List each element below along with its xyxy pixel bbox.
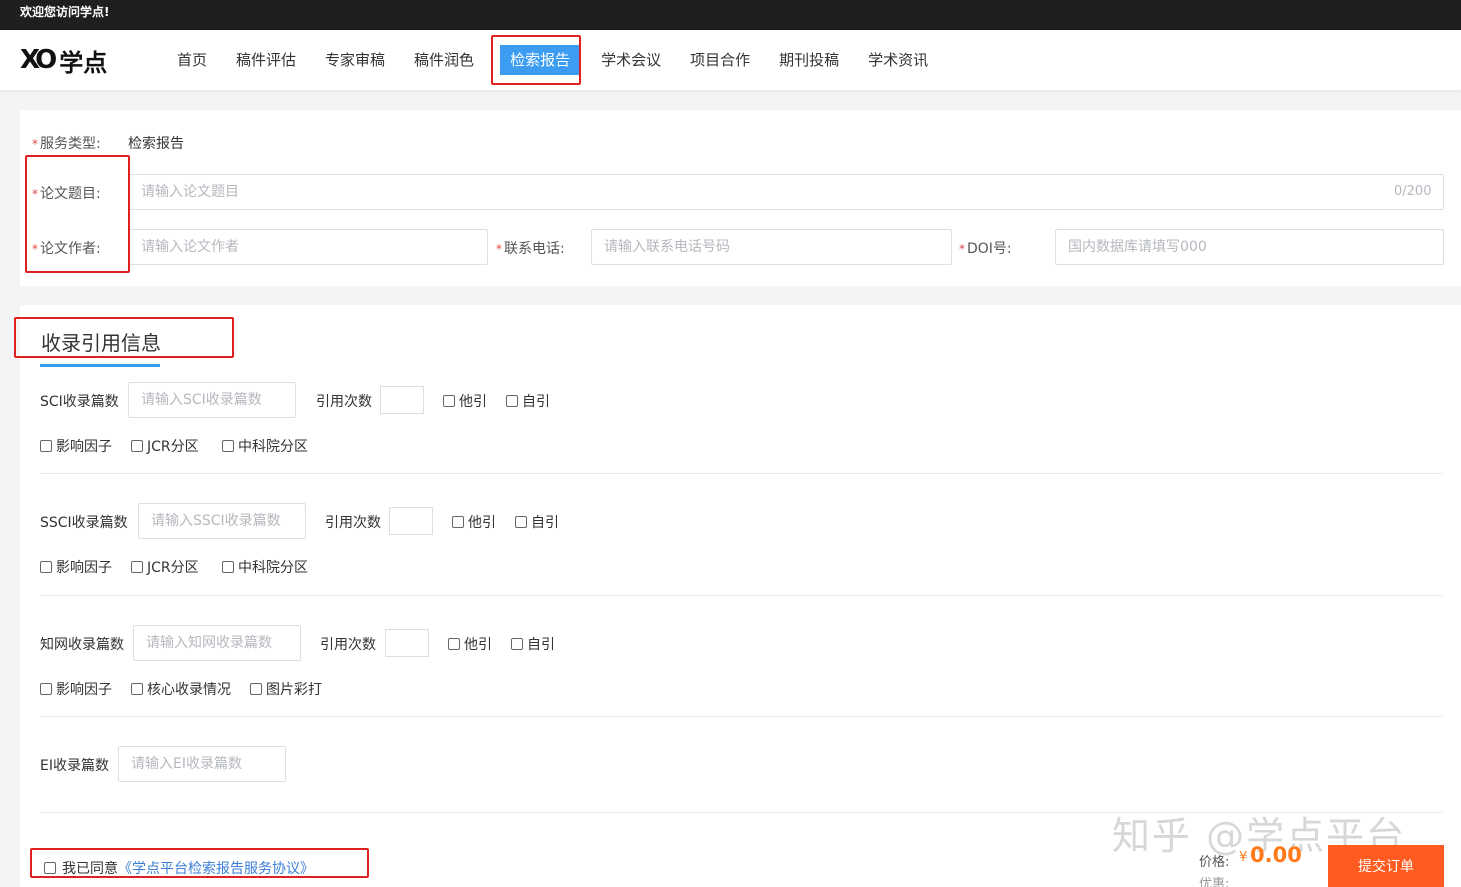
nav-academic-news[interactable]: 学术资讯 [861,45,935,75]
cnki-cite-count-label: 引用次数 [320,637,376,653]
nav-project-cooperation[interactable]: 项目合作 [683,45,757,75]
divider [40,716,1443,717]
agreement-link[interactable]: 《学点平台检索报告服务协议》 [118,858,314,878]
submit-order-button[interactable]: 提交订单 [1328,845,1444,887]
sci-count-input[interactable] [128,382,296,418]
sci-self-cite-checkbox[interactable]: 自引 [506,391,550,411]
agree-text: 我已同意 [62,861,118,877]
paper-author-input[interactable] [128,229,488,265]
cnki-other-cite-checkbox[interactable]: 他引 [448,634,492,654]
discount-label: 优惠: [1199,877,1230,887]
welcome-bar: 欢迎您访问学点! [0,0,1461,30]
site-header: XO 学点 首页 稿件评估 专家审稿 稿件润色 检索报告 学术会议 项目合作 期… [0,30,1461,90]
price-label: 价格: [1199,855,1230,870]
service-type-value: 检索报告 [128,136,184,152]
doi-label: * DOI号: [959,241,1012,257]
doi-input[interactable] [1055,229,1444,265]
logo-text: 学点 [59,47,108,77]
ssci-cite-count-label: 引用次数 [325,515,381,531]
cnki-core-status-checkbox[interactable]: 核心收录情况 [131,679,231,699]
ssci-count-input[interactable] [138,503,306,539]
cnki-count-input[interactable] [133,625,301,661]
ssci-cas-checkbox[interactable]: 中科院分区 [222,557,308,577]
paper-author-label: * 论文作者: [32,241,101,257]
nav-expert-review[interactable]: 专家审稿 [318,45,392,75]
phone-input[interactable] [591,229,952,265]
ssci-self-cite-checkbox[interactable]: 自引 [515,512,559,532]
nav-journal-submission[interactable]: 期刊投稿 [772,45,846,75]
nav-conferences[interactable]: 学术会议 [594,45,668,75]
ssci-jcr-checkbox[interactable]: JCR分区 [131,557,199,577]
ssci-label: SSCI收录篇数 [40,515,128,531]
ei-label: EI收录篇数 [40,758,109,774]
cnki-cite-count-input[interactable] [385,629,429,657]
divider [40,473,1443,474]
service-type-label: * 服务类型: [32,136,101,152]
phone-label: * 联系电话: [496,241,565,257]
cnki-impact-factor-checkbox[interactable]: 影响因子 [40,679,112,699]
sci-cite-count-label: 引用次数 [316,394,372,410]
cnki-image-color-checkbox[interactable]: 图片彩打 [250,679,322,699]
ssci-impact-factor-checkbox[interactable]: 影响因子 [40,557,112,577]
paper-title-label: * 论文题目: [32,186,101,202]
agreement-checkbox[interactable]: 我已同意 《学点平台检索报告服务协议》 [44,858,314,878]
sci-other-cite-checkbox[interactable]: 他引 [443,391,487,411]
paper-title-input[interactable] [128,174,1444,210]
cnki-label: 知网收录篇数 [40,637,124,653]
sci-cas-checkbox[interactable]: 中科院分区 [222,436,308,456]
nav-home[interactable]: 首页 [170,45,214,75]
ssci-other-cite-checkbox[interactable]: 他引 [452,512,496,532]
sci-cite-count-input[interactable] [380,386,424,414]
ssci-cite-count-input[interactable] [389,507,433,535]
welcome-text: 欢迎您访问学点! [20,5,110,19]
divider [40,595,1443,596]
nav-polishing[interactable]: 稿件润色 [407,45,481,75]
main-nav: 首页 稿件评估 专家审稿 稿件润色 检索报告 学术会议 项目合作 期刊投稿 学术… [170,30,950,90]
section-title: 收录引用信息 [41,331,161,355]
section-title-underline [40,364,160,367]
price-value: 0.00 [1250,843,1302,867]
logo-mark: XO [20,45,57,75]
cnki-self-cite-checkbox[interactable]: 自引 [511,634,555,654]
nav-manuscript-evaluation[interactable]: 稿件评估 [229,45,303,75]
checkbox-box[interactable] [44,862,56,874]
ei-count-input[interactable] [118,746,286,782]
sci-label: SCI收录篇数 [40,394,119,410]
site-logo[interactable]: XO 学点 [20,44,108,77]
nav-search-report[interactable]: 检索报告 [500,45,581,75]
title-char-counter: 0/200 [1394,184,1432,199]
price-currency: ¥ [1239,850,1248,865]
sci-impact-factor-checkbox[interactable]: 影响因子 [40,436,112,456]
sci-jcr-checkbox[interactable]: JCR分区 [131,436,199,456]
